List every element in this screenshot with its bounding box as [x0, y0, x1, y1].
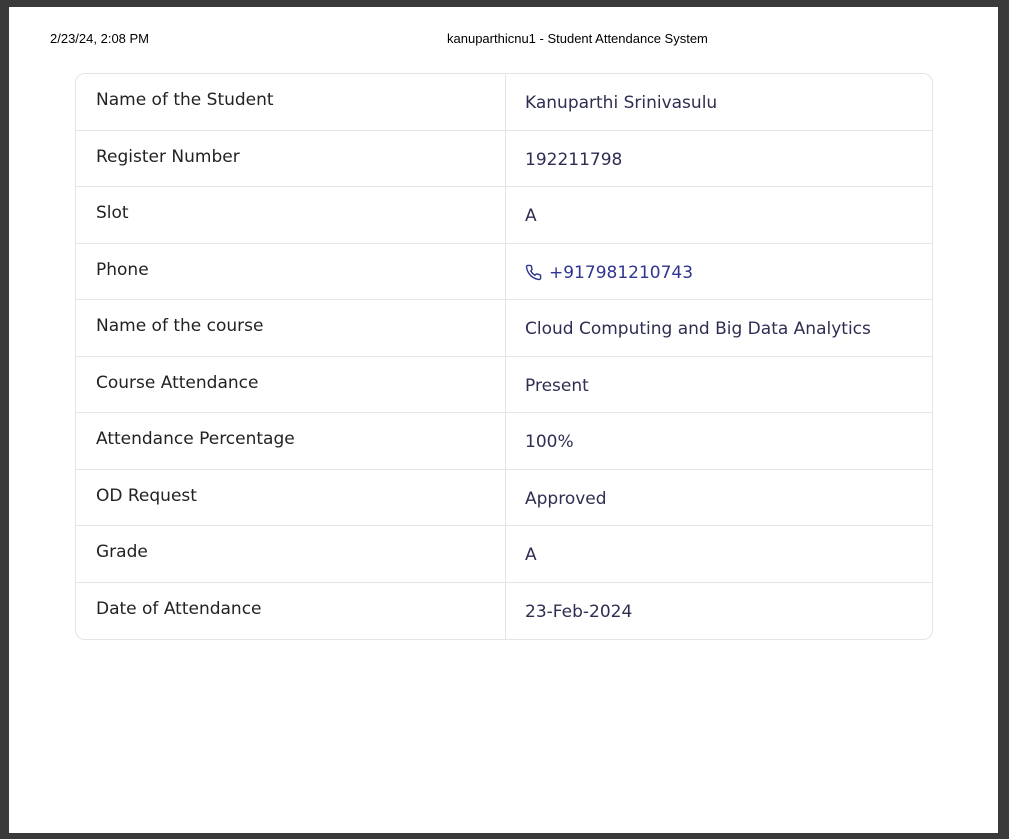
student-record-table: Name of the Student Kanuparthi Srinivasu… [75, 73, 933, 640]
table-row: Attendance Percentage 100% [76, 413, 932, 470]
grade-label: Grade [76, 526, 506, 582]
table-row: Name of the course Cloud Computing and B… [76, 300, 932, 357]
printed-page: 2/23/24, 2:08 PM kanuparthicnu1 - Studen… [9, 7, 998, 833]
table-row: Register Number 192211798 [76, 130, 932, 187]
table-row: Phone +917981210743 [76, 243, 932, 300]
register-number-label: Register Number [76, 130, 506, 186]
grade-value: A [525, 545, 537, 565]
date-value: 23-Feb-2024 [525, 601, 633, 622]
print-title: kanuparthicnu1 - Student Attendance Syst… [447, 31, 708, 46]
print-datetime: 2/23/24, 2:08 PM [50, 31, 150, 46]
slot-value: A [525, 206, 537, 226]
table-row: Grade A [76, 526, 932, 583]
attendance-label: Course Attendance [76, 356, 506, 412]
percentage-value: 100% [525, 432, 574, 452]
course-value: Cloud Computing and Big Data Analytics [525, 319, 871, 339]
phone-label: Phone [76, 243, 506, 299]
phone-number: +917981210743 [549, 262, 694, 283]
date-label: Date of Attendance [76, 582, 506, 639]
attendance-value: Present [525, 375, 589, 396]
slot-label: Slot [76, 187, 506, 243]
student-name-label: Name of the Student [76, 74, 506, 130]
register-number-value: 192211798 [525, 149, 623, 170]
percentage-label: Attendance Percentage [76, 413, 506, 469]
od-request-label: OD Request [76, 469, 506, 525]
print-header: 2/23/24, 2:08 PM kanuparthicnu1 - Studen… [9, 31, 998, 47]
table-row: Date of Attendance 23-Feb-2024 [76, 582, 932, 639]
phone-icon [525, 264, 542, 281]
student-name-value: Kanuparthi Srinivasulu [525, 93, 718, 113]
table-row: OD Request Approved [76, 469, 932, 526]
od-request-value: Approved [525, 488, 607, 509]
table-row: Course Attendance Present [76, 356, 932, 413]
table-row: Name of the Student Kanuparthi Srinivasu… [76, 74, 932, 131]
phone-link[interactable]: +917981210743 [506, 244, 932, 300]
course-label: Name of the course [76, 300, 506, 356]
table-row: Slot A [76, 187, 932, 244]
